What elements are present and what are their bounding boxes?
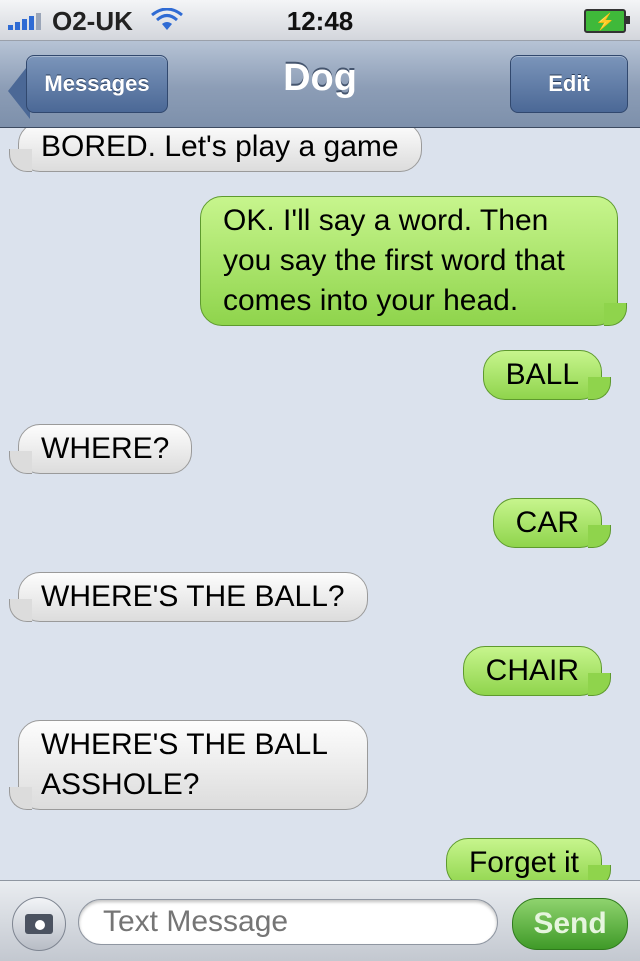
message-bubble-incoming[interactable]: WHERE?	[8, 424, 193, 474]
battery-charging-icon: ⚡	[584, 9, 630, 33]
message-bubble-outgoing[interactable]: Forget it	[445, 838, 612, 880]
navigation-bar: Messages Dog Edit	[0, 41, 640, 128]
message-thread[interactable]: BORED. Let's play a game OK. I'll say a …	[0, 128, 640, 880]
edit-button[interactable]: Edit	[510, 55, 628, 113]
camera-button[interactable]	[12, 897, 66, 951]
status-time: 12:48	[286, 6, 354, 36]
send-button[interactable]: Send	[512, 898, 628, 950]
compose-bar: Send	[0, 880, 640, 961]
message-bubble-outgoing[interactable]: CAR	[492, 498, 612, 548]
message-bubble-outgoing[interactable]: CHAIR	[462, 646, 612, 696]
message-bubble-outgoing[interactable]: BALL	[482, 350, 612, 400]
message-bubble-outgoing[interactable]: OK. I'll say a word. Then you say the fi…	[200, 196, 627, 326]
message-bubble-incoming[interactable]: BORED. Let's play a game	[9, 128, 422, 172]
message-input[interactable]	[78, 899, 498, 945]
message-bubble-incoming[interactable]: WHERE'S THE BALL?	[9, 572, 368, 622]
camera-lens-icon	[33, 918, 47, 932]
message-bubble-incoming[interactable]: WHERE'S THE BALL ASSHOLE?	[9, 720, 368, 810]
status-bar: O2-UK 12:48 ⚡	[0, 0, 640, 41]
